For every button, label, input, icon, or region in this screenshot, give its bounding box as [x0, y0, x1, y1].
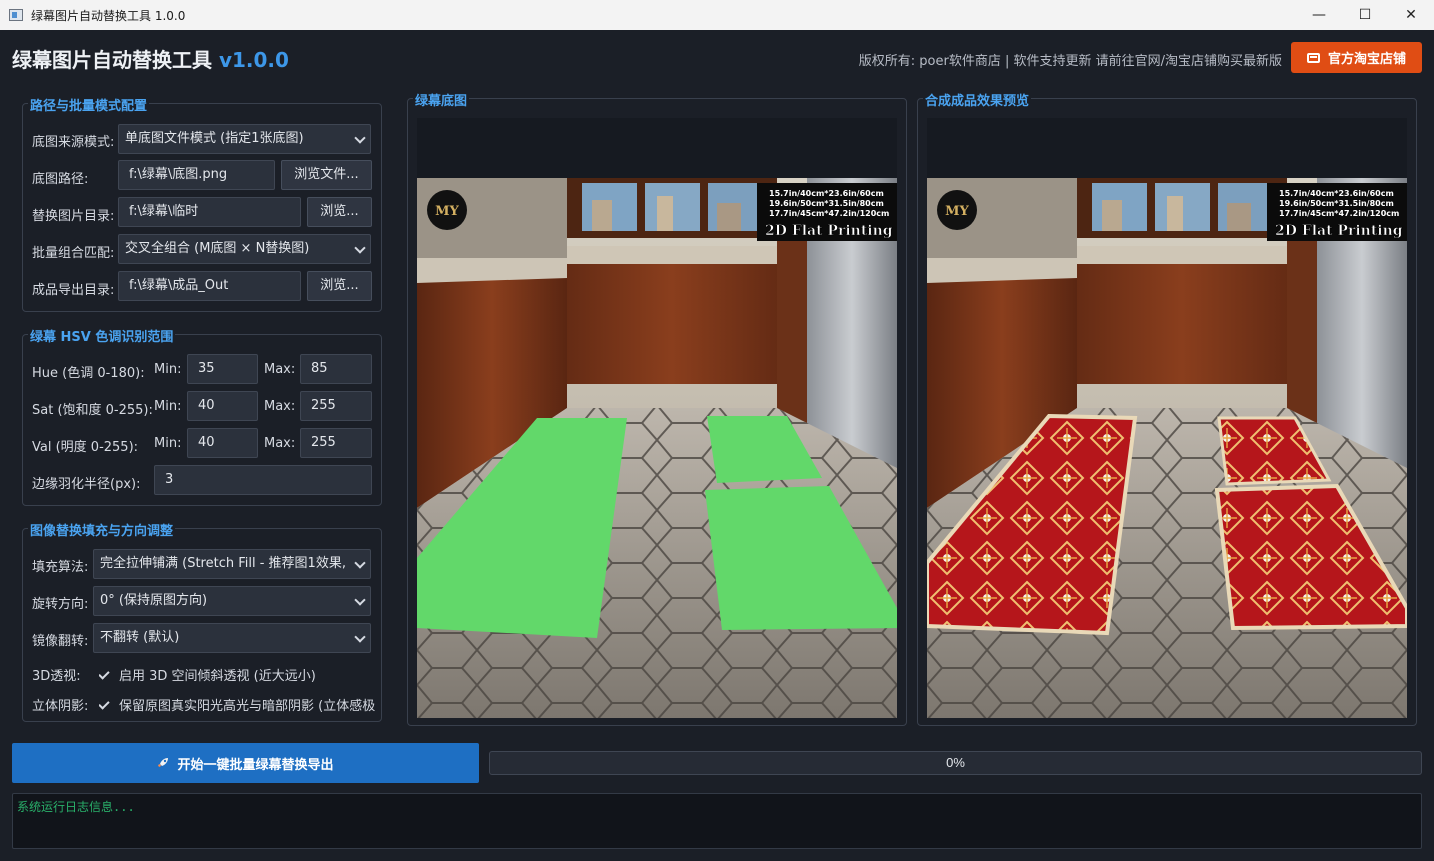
perspective-label: 3D透视:	[32, 669, 81, 684]
fill-title: 图像替换填充与方向调整	[28, 520, 176, 539]
hsv-title: 绿幕 HSV 色调识别范围	[28, 326, 176, 345]
size-line-2: 19.6in/50cm*31.5in/80cm	[769, 199, 884, 208]
base-mode-label: 底图来源模式:	[32, 135, 115, 150]
val-min-label: Min:	[154, 436, 182, 451]
log-text: 系统运行日志信息...	[17, 800, 135, 814]
app-header: 绿幕图片自动替换工具 v1.0.0 版权所有: poer软件商店 | 软件支持更…	[0, 30, 1434, 86]
source-image-area: MY 15.7in/40cm*23.6in/60cm 19.6in/50cm*3…	[417, 118, 897, 718]
algo-select[interactable]: 完全拉伸铺满 (Stretch Fill - 推荐图1效果,	[93, 549, 371, 579]
output-dir-label: 成品导出目录:	[32, 283, 115, 298]
feather-label: 边缘羽化半径(px):	[32, 477, 141, 492]
preview-image-area: MY 15.7in/40cm*23.6in/60cm 19.6in/50cm*3…	[927, 118, 1407, 718]
output-dir-input[interactable]: f:\绿幕\成品_Out	[118, 271, 301, 301]
maximize-button[interactable]: ☐	[1342, 0, 1388, 30]
badge-logo-text: MY	[435, 204, 459, 219]
size-line-3: 17.7in/45cm*47.2in/120cm	[1279, 209, 1399, 218]
shadow-check-text: 保留原图真实阳光高光与暗部阴影 (立体感极	[119, 699, 375, 714]
rotate-label: 旋转方向:	[32, 597, 89, 612]
sat-max-label: Max:	[264, 399, 296, 414]
hue-label: Hue (色调 0-180):	[32, 366, 145, 381]
replace-dir-input[interactable]: f:\绿幕\临时	[118, 197, 301, 227]
base-mode-select[interactable]: 单底图文件模式 (指定1张底图)	[118, 124, 371, 154]
chevron-down-icon	[354, 557, 366, 569]
app-version: v1.0.0	[218, 48, 289, 72]
shadow-checkbox[interactable]: 保留原图真实阳光高光与暗部阴影 (立体感极	[99, 695, 375, 714]
browse-replace-button[interactable]: 浏览...	[307, 197, 372, 227]
base-mode-value: 单底图文件模式 (指定1张底图)	[125, 131, 304, 146]
app-icon	[9, 9, 23, 21]
progress-text: 0%	[946, 755, 965, 770]
size-line-1: 15.7in/40cm*23.6in/60cm	[769, 189, 884, 198]
shadow-label: 立体阴影:	[32, 699, 89, 714]
sat-min-input[interactable]: 40	[187, 391, 258, 421]
print-label: 2D Flat Printing	[1275, 223, 1403, 239]
checkmark-icon	[99, 698, 110, 710]
batch-value: 交叉全组合 (M底图 × N替换图)	[125, 241, 310, 256]
rotate-value: 0° (保持原图方向)	[100, 593, 208, 608]
mirror-label: 镜像翻转:	[32, 634, 89, 649]
hue-max-label: Max:	[264, 362, 296, 377]
source-panel-title: 绿幕底图	[413, 90, 470, 109]
chevron-down-icon	[354, 132, 366, 144]
window-title: 绿幕图片自动替换工具 1.0.0	[31, 8, 186, 23]
window-titlebar: 绿幕图片自动替换工具 1.0.0 — ☐ ✕	[0, 0, 1434, 30]
preview-image: MY 15.7in/40cm*23.6in/60cm 19.6in/50cm*3…	[927, 178, 1407, 718]
hue-max-input[interactable]: 85	[300, 354, 372, 384]
val-max-input[interactable]: 255	[300, 428, 372, 458]
path-config-title: 路径与批量模式配置	[28, 95, 150, 114]
batch-select[interactable]: 交叉全组合 (M底图 × N替换图)	[118, 234, 371, 264]
browse-file-button[interactable]: 浏览文件...	[281, 160, 372, 190]
base-path-label: 底图路径:	[32, 172, 89, 187]
feather-input[interactable]: 3	[154, 465, 372, 495]
sat-label: Sat (饱和度 0-255):	[32, 403, 153, 418]
app-title-text: 绿幕图片自动替换工具	[12, 48, 212, 72]
size-line-1: 15.7in/40cm*23.6in/60cm	[1279, 189, 1394, 198]
val-label: Val (明度 0-255):	[32, 440, 139, 455]
size-line-2: 19.6in/50cm*31.5in/80cm	[1279, 199, 1394, 208]
print-label: 2D Flat Printing	[765, 223, 893, 239]
algo-label: 填充算法:	[32, 560, 89, 575]
shop-button-label: 官方淘宝店铺	[1327, 52, 1406, 67]
rocket-icon	[158, 758, 169, 767]
close-button[interactable]: ✕	[1388, 0, 1434, 30]
sat-min-label: Min:	[154, 399, 182, 414]
perspective-check-text: 启用 3D 空间倾斜透视 (近大远小)	[119, 669, 316, 684]
val-min-input[interactable]: 40	[187, 428, 258, 458]
batch-label: 批量组合匹配:	[32, 246, 115, 261]
replace-dir-label: 替换图片目录:	[32, 209, 115, 224]
minimize-button[interactable]: —	[1296, 0, 1342, 30]
hue-min-input[interactable]: 35	[187, 354, 258, 384]
start-export-label: 开始一键批量绿幕替换导出	[177, 757, 334, 773]
preview-panel-title: 合成成品效果预览	[923, 90, 1032, 109]
sat-max-input[interactable]: 255	[300, 391, 372, 421]
mirror-select[interactable]: 不翻转 (默认)	[93, 623, 371, 653]
base-path-input[interactable]: f:\绿幕\底图.png	[118, 160, 275, 190]
checkmark-icon	[99, 668, 110, 680]
log-output[interactable]: 系统运行日志信息...	[12, 793, 1422, 849]
progress-bar: 0%	[489, 751, 1422, 775]
copyright-text: 版权所有: poer软件商店 | 软件支持更新 请前往官网/淘宝店铺购买最新版	[858, 54, 1282, 69]
browse-output-button[interactable]: 浏览...	[307, 271, 372, 301]
chevron-down-icon	[354, 242, 366, 254]
chevron-down-icon	[354, 594, 366, 606]
badge-logo-text: MY	[945, 204, 969, 219]
size-line-3: 17.7in/45cm*47.2in/120cm	[769, 209, 889, 218]
app-title: 绿幕图片自动替换工具 v1.0.0	[12, 44, 289, 73]
source-image: MY 15.7in/40cm*23.6in/60cm 19.6in/50cm*3…	[417, 178, 897, 718]
hue-min-label: Min:	[154, 362, 182, 377]
chevron-down-icon	[354, 631, 366, 643]
val-max-label: Max:	[264, 436, 296, 451]
perspective-checkbox[interactable]: 启用 3D 空间倾斜透视 (近大远小)	[99, 665, 375, 684]
shop-button[interactable]: 官方淘宝店铺	[1291, 42, 1422, 73]
start-export-button[interactable]: 开始一键批量绿幕替换导出	[12, 743, 479, 783]
rotate-select[interactable]: 0° (保持原图方向)	[93, 586, 371, 616]
ticket-icon	[1306, 52, 1320, 63]
algo-value: 完全拉伸铺满 (Stretch Fill - 推荐图1效果,	[100, 556, 346, 571]
mirror-value: 不翻转 (默认)	[100, 630, 180, 645]
